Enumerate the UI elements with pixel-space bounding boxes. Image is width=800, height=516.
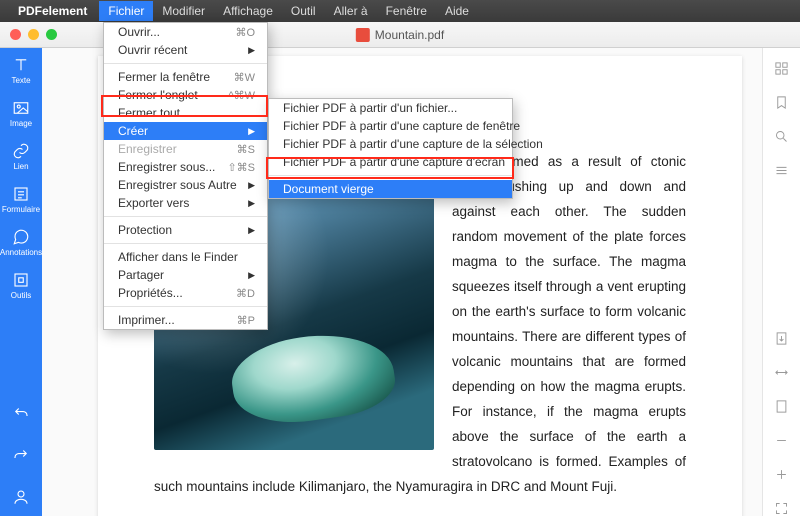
menu-fichier[interactable]: Fichier: [99, 1, 153, 21]
redo-button[interactable]: [12, 446, 30, 464]
fit-width-icon[interactable]: [774, 364, 790, 380]
link-tool[interactable]: Lien: [12, 142, 30, 171]
file-menu-item-3[interactable]: Fermer la fenêtre⌘W: [104, 68, 267, 86]
user-button[interactable]: [12, 488, 30, 506]
menu-outil[interactable]: Outil: [282, 1, 325, 21]
file-menu-item-12[interactable]: Protection▶: [104, 221, 267, 239]
menu-aller à[interactable]: Aller à: [325, 1, 377, 21]
close-window-button[interactable]: [10, 29, 21, 40]
fit-page-icon[interactable]: [774, 398, 790, 414]
thumbnails-icon[interactable]: [774, 60, 790, 76]
left-toolbar: Texte Image Lien Formulaire Annotations Outil…: [0, 48, 42, 516]
menu-aide[interactable]: Aide: [436, 1, 478, 21]
fullscreen-icon[interactable]: [774, 500, 790, 516]
zoom-in-icon[interactable]: [774, 466, 790, 482]
create-submenu-item-0[interactable]: Fichier PDF à partir d'un fichier...: [269, 99, 512, 117]
annot-tool[interactable]: Annotations: [0, 228, 42, 257]
bookmark-icon[interactable]: [774, 94, 790, 110]
form-tool[interactable]: Formulaire: [2, 185, 40, 214]
file-menu-item-1[interactable]: Ouvrir récent▶: [104, 41, 267, 59]
menu-affichage[interactable]: Affichage: [214, 1, 282, 21]
minimize-window-button[interactable]: [28, 29, 39, 40]
file-menu-item-10[interactable]: Exporter vers▶: [104, 194, 267, 212]
file-menu-item-8[interactable]: Enregistrer sous...⇧⌘S: [104, 158, 267, 176]
file-menu-item-6[interactable]: Créer▶: [104, 122, 267, 140]
document-name: Mountain.pdf: [375, 28, 444, 42]
file-menu: Ouvrir...⌘OOuvrir récent▶ Fermer la fenêt…: [103, 22, 268, 330]
file-menu-item-5[interactable]: Fermer tout: [104, 104, 267, 122]
file-menu-item-0[interactable]: Ouvrir...⌘O: [104, 23, 267, 41]
undo-button[interactable]: [12, 404, 30, 422]
pdf-file-icon: [356, 28, 370, 42]
list-icon[interactable]: [774, 162, 790, 178]
file-menu-item-18[interactable]: Imprimer...⌘P: [104, 311, 267, 329]
create-submenu-item-5[interactable]: Document vierge: [269, 180, 512, 198]
file-menu-item-14[interactable]: Afficher dans le Finder: [104, 248, 267, 266]
image-tool[interactable]: Image: [10, 99, 32, 128]
file-menu-item-9[interactable]: Enregistrer sous Autre▶: [104, 176, 267, 194]
file-menu-item-4[interactable]: Fermer l'onglet^⌘W: [104, 86, 267, 104]
file-menu-item-7: Enregistrer⌘S: [104, 140, 267, 158]
menu-modifier[interactable]: Modifier: [153, 1, 214, 21]
file-menu-item-16[interactable]: Propriétés...⌘D: [104, 284, 267, 302]
menubar: PDFelement FichierModifierAffichageOutil…: [0, 0, 800, 22]
tools-tool[interactable]: Outils: [11, 271, 31, 300]
zoom-out-icon[interactable]: [774, 432, 790, 448]
search-icon[interactable]: [774, 128, 790, 144]
create-submenu-item-2[interactable]: Fichier PDF à partir d'une capture de la…: [269, 135, 512, 153]
next-page-icon[interactable]: [774, 330, 790, 346]
file-menu-item-15[interactable]: Partager▶: [104, 266, 267, 284]
document-title: Mountain.pdf: [356, 28, 444, 42]
text-tool[interactable]: Texte: [11, 56, 30, 85]
traffic-lights: [10, 29, 57, 40]
create-submenu: Fichier PDF à partir d'un fichier...Fich…: [268, 98, 513, 199]
menu-fenêtre[interactable]: Fenêtre: [377, 1, 436, 21]
app-name[interactable]: PDFelement: [18, 4, 87, 18]
create-submenu-item-3[interactable]: Fichier PDF à partir d'une capture d'écr…: [269, 153, 512, 171]
right-toolbar: [762, 48, 800, 516]
create-submenu-item-1[interactable]: Fichier PDF à partir d'une capture de fe…: [269, 117, 512, 135]
zoom-window-button[interactable]: [46, 29, 57, 40]
